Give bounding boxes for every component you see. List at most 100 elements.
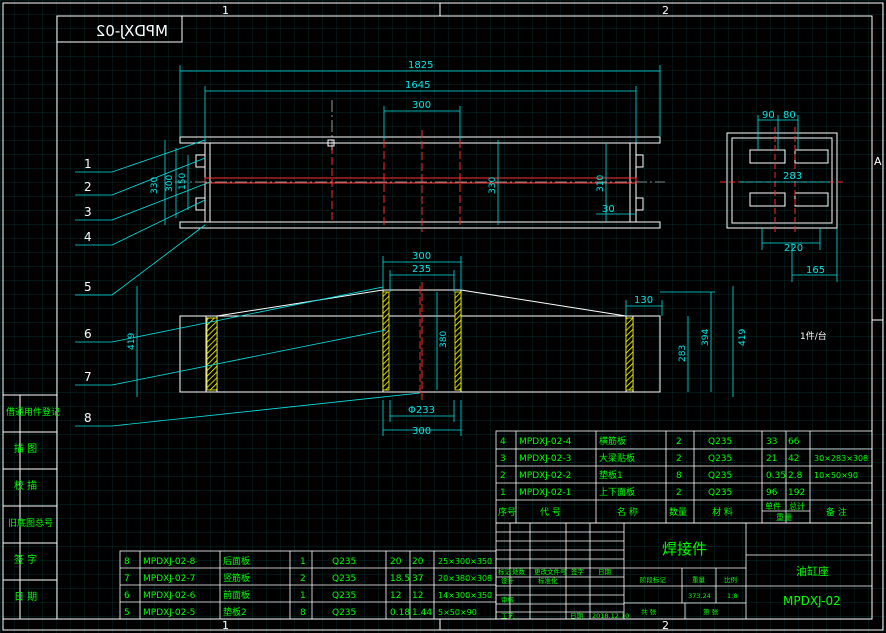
left-strip-label-1: 描 图 [14,442,37,455]
border-col-mark-1-bottom: 1 [222,619,229,632]
parts-cell: 20 [390,557,402,567]
dim-310-right: 310 [596,175,606,192]
parts-cell: 21 [766,454,777,464]
hatch-front-plate [206,317,218,391]
hatch-rib-right [454,291,462,391]
parts-cell: 横筋板 [599,435,626,447]
parts-cell: 25×300×350 [438,557,492,566]
parts-cell: 20 [412,557,424,567]
parts-cell: 42 [788,454,799,464]
quantity-note: 1件/台 [800,330,827,342]
parts-header-total: 总计 [789,501,805,511]
parts-cell: 大梁贴板 [599,452,635,464]
stage-mark-label: 阶段标记 [640,575,667,584]
parts-cell: 30×283×308 [814,454,868,463]
parts-cell: 12 [412,591,423,601]
scale-value: 1:8 [727,592,737,600]
dim-300-left: 300 [165,175,175,192]
parts-cell: MPDXJ-02-4 [519,437,572,447]
hatch-back-plate [625,317,634,391]
part-name: 油缸座 [796,564,829,578]
parts-cell: 2 [676,488,682,498]
parts-cell: 0.35 [766,471,786,481]
parts-header-weight: 重量 [776,512,792,522]
drawing-number: MPDXJ-02 [783,594,841,608]
left-strip-label-5: 日 期 [14,591,37,603]
dim-130: 130 [634,295,653,306]
change-header-doc: 更改文件号 [534,567,567,576]
dim-419-left: 419 [127,333,137,350]
parts-cell: 后面板 [223,555,250,567]
parts-cell: 192 [788,488,805,498]
date-label: 日期 [570,612,584,620]
balloon-4: 4 [84,230,92,244]
parts-cell: 1 [500,488,506,498]
parts-cell: 37 [412,574,423,584]
border-col-mark-1: 1 [222,4,229,17]
parts-header-remark: 备 注 [826,506,847,518]
date-value: 2018.12.10 [592,612,629,620]
dim-30: 30 [602,204,615,215]
balloon-8: 8 [84,411,92,425]
parts-cell: 5 [124,608,130,618]
process-label: 工艺 [501,612,515,620]
parts-cell: 8 [124,557,130,567]
parts-cell: 前面板 [223,589,250,601]
dim-330-mid: 330 [488,177,498,194]
parts-cell: Q235 [332,591,356,601]
parts-cell: 上下面板 [599,486,635,498]
left-strip-label-3: 旧底图总号 [8,517,53,529]
scale-label: 比例 [724,575,737,584]
parts-cell: Q235 [332,574,356,584]
parts-cell: 7 [124,574,130,584]
parts-cell: 6 [124,591,130,601]
border-col-mark-2: 2 [662,4,669,17]
dim-165: 165 [806,265,825,276]
parts-cell: 1 [300,557,306,567]
sheets-total: 共 张 [641,607,657,616]
parts-cell: MPDXJ-02-2 [519,471,571,481]
dim-1825: 1825 [408,60,433,71]
cad-drawing-canvas: 1 2 1 2 A MPDXJ-02 借通用件登记 描 图 校 描 旧底图总号 … [0,0,886,633]
balloon-5: 5 [84,280,92,294]
parts-cell: 1 [300,591,306,601]
dim-220: 220 [784,243,803,254]
design-label: 设计 [501,576,515,585]
parts-cell: 2 [676,437,682,447]
parts-cell: 竖筋板 [223,572,250,584]
parts-cell: 垫板1 [599,469,623,481]
parts-cell: MPDXJ-02-1 [519,488,571,498]
dim-80: 80 [783,110,796,121]
hatch-rib-left [382,291,390,391]
parts-cell: Q235 [332,557,356,567]
parts-cell: Q235 [708,454,732,464]
parts-cell: 3 [500,454,506,464]
dim-380: 380 [439,331,449,348]
parts-cell: 2 [500,471,506,481]
parts-cell: 4 [500,437,506,447]
dim-283-plan: 283 [678,345,688,362]
left-strip-label-4: 签 字 [14,553,37,566]
parts-cell: MPDXJ-02-5 [143,608,195,618]
parts-cell: 20×380×308 [438,574,492,583]
parts-cell: 2 [676,454,682,464]
dim-419-right: 419 [738,329,748,346]
parts-cell: 12 [390,591,401,601]
parts-header-index: 序号 [498,506,516,518]
weight-value: 373.24 [688,592,711,600]
border-col-mark-2-bottom: 2 [662,619,669,632]
parts-header-material: 材 料 [712,506,733,518]
left-strip-label-0: 借通用件登记 [6,406,60,418]
weight-label: 重量 [692,576,706,584]
parts-cell: Q235 [708,437,732,447]
dim-300-top: 300 [412,100,431,111]
parts-cell: 2.8 [788,471,803,481]
parts-cell: Q235 [708,488,732,498]
dim-300-plan-top: 300 [412,251,431,262]
dim-300-plan-bottom: 300 [412,426,431,437]
parts-cell: MPDXJ-02-3 [519,454,571,464]
parts-cell: MPDXJ-02-6 [143,591,196,601]
parts-cell: 8 [676,471,682,481]
parts-cell: 2 [300,574,306,584]
change-header-date: 日期 [598,568,612,576]
